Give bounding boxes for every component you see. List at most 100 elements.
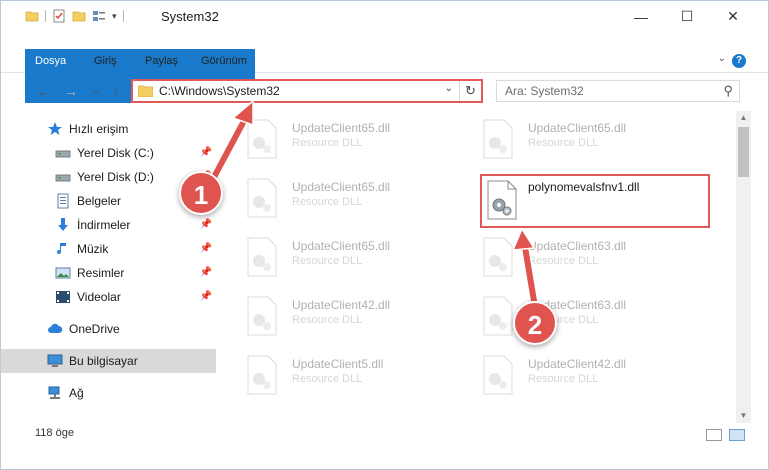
dll-file-icon [483,237,513,277]
sidebar-item-label: Müzik [77,242,109,256]
pin-icon[interactable]: 📌 [200,243,212,254]
list-item[interactable]: UpdateClient65.dll Resource DLL [462,115,692,169]
sidebar-item-label: Hızlı erişim [69,122,129,136]
title-bar: ▾ System32 — ☐ ✕ [1,1,768,32]
explorer-window: ▾ System32 — ☐ ✕ Dosya Giriş Paylaş Görü… [0,0,769,470]
minimize-button[interactable]: — [618,1,664,32]
large-icons-view-icon[interactable] [729,429,745,441]
pictures-icon [55,265,71,281]
sidebar-item-this-pc[interactable]: Bu bilgisayar [1,349,216,373]
navigation-bar: ← → ⌄ ↑ C:\Windows\System32 ⌄ ↻ Ara: Sys… [1,77,768,105]
step-2-callout: 2 [513,301,557,345]
list-item[interactable]: UpdateClient63.dll Resource DLL [462,292,692,346]
dll-file-icon [247,237,277,277]
scrollbar-thumb[interactable] [738,127,749,177]
list-item[interactable]: UpdateClient65.dll Resource DLL [226,115,456,169]
sidebar-item-downloads[interactable]: İndirmeler 📌 [1,213,216,237]
file-name: UpdateClient65.dll [292,180,391,194]
file-name: UpdateClient42.dll [528,357,627,371]
tab-gorunum[interactable]: Görünüm [201,49,247,73]
back-button[interactable]: ← [33,81,53,101]
list-item[interactable]: UpdateClient5.dll Resource DLL [226,351,456,405]
folder-icon [138,85,153,97]
up-button[interactable]: ↑ [106,81,126,101]
forward-button[interactable]: → [61,81,81,101]
pin-icon[interactable]: 📌 [200,267,212,278]
dll-file-icon [247,296,277,336]
dll-file-icon [247,119,277,159]
file-description: Resource DLL [292,373,363,385]
dll-file-icon [247,355,277,395]
sidebar-item-label: Resimler [77,266,125,280]
list-item[interactable]: UpdateClient42.dll Resource DLL [226,292,456,346]
quick-access-toolbar: ▾ [25,9,124,23]
view-options-icon[interactable] [92,9,106,23]
file-name: UpdateClient65.dll [292,239,391,253]
details-view-icon[interactable] [706,429,722,441]
music-icon [55,241,71,257]
file-description: Resource DLL [292,137,363,149]
sidebar-item-network[interactable]: Ağ [1,381,216,405]
help-icon[interactable]: ? [732,54,746,68]
sidebar-item-label: Bu bilgisayar [69,354,138,368]
cloud-icon [47,321,63,337]
list-item[interactable]: UpdateClient42.dll Resource DLL [462,351,692,405]
folder-icon[interactable] [25,9,39,23]
sidebar-item-onedrive[interactable]: OneDrive [1,317,216,341]
refresh-icon[interactable]: ↻ [459,81,481,101]
expand-ribbon-icon[interactable]: ⌄ [718,53,726,64]
pin-icon[interactable]: 📌 [200,291,212,302]
documents-icon [55,193,71,209]
customize-dropdown-icon[interactable]: ▾ [112,11,117,22]
list-item-polynomevalsfnv1[interactable]: polynomevalsfnv1.dll [480,174,710,228]
file-description: Resource DLL [292,255,363,267]
dll-file-icon [483,296,513,336]
address-path[interactable]: C:\Windows\System32 [159,84,280,98]
scroll-down-icon[interactable]: ▼ [736,409,751,423]
file-description: Resource DLL [528,373,599,385]
search-box[interactable]: Ara: System32 ⚲ [496,80,740,102]
scroll-up-icon[interactable]: ▲ [736,111,751,125]
video-icon [55,289,71,305]
sidebar-item-music[interactable]: Müzik 📌 [1,237,216,261]
tab-paylas[interactable]: Paylaş [145,49,178,73]
sidebar-item-quick-access[interactable]: Hızlı erişim [1,117,216,141]
sidebar-item-label: İndirmeler [77,218,131,232]
maximize-button[interactable]: ☐ [664,1,710,32]
file-description: Resource DLL [292,314,363,326]
tab-giris[interactable]: Giriş [94,49,117,73]
sidebar-item-label: Belgeler [77,194,122,208]
pin-icon[interactable]: 📌 [200,147,212,158]
list-item[interactable]: UpdateClient65.dll Resource DLL [226,174,456,228]
address-bar[interactable]: C:\Windows\System32 ⌄ ↻ [131,79,483,103]
file-description: Resource DLL [528,137,599,149]
sidebar-item-label: Yerel Disk (C:) [77,146,154,160]
recent-locations-button[interactable]: ⌄ [86,81,106,101]
drive-icon [55,169,71,185]
pin-icon[interactable]: 📌 [200,219,212,230]
vertical-scrollbar[interactable]: ▲ ▼ [736,111,751,423]
file-name: UpdateClient42.dll [292,298,391,312]
file-name: UpdateClient5.dll [292,357,384,371]
toolbar-separator [122,10,124,22]
navigation-pane: Hızlı erişim Yerel Disk (C:) 📌 Yerel Dis… [1,111,219,421]
sidebar-item-pictures[interactable]: Resimler 📌 [1,261,216,285]
list-item[interactable]: UpdateClient63.dll Resource DLL [462,233,692,287]
properties-icon[interactable] [52,9,66,23]
item-count: 118 öge [35,427,74,439]
file-name: UpdateClient65.dll [528,121,627,135]
search-placeholder[interactable]: Ara: System32 [505,84,584,98]
sidebar-item-label: Videolar [77,290,121,304]
dll-file-icon [247,178,277,218]
close-button[interactable]: ✕ [710,1,756,32]
sidebar-item-videos[interactable]: Videolar 📌 [1,285,216,309]
network-icon [47,385,63,401]
file-description: Resource DLL [528,255,599,267]
search-icon[interactable]: ⚲ [723,83,733,99]
file-description: Resource DLL [292,196,363,208]
list-item[interactable]: UpdateClient65.dll Resource DLL [226,233,456,287]
address-dropdown-icon[interactable]: ⌄ [445,83,453,94]
sidebar-item-local-disk-c[interactable]: Yerel Disk (C:) 📌 [1,141,216,165]
status-bar: 118 öge [1,423,768,445]
new-folder-icon[interactable] [72,9,86,23]
